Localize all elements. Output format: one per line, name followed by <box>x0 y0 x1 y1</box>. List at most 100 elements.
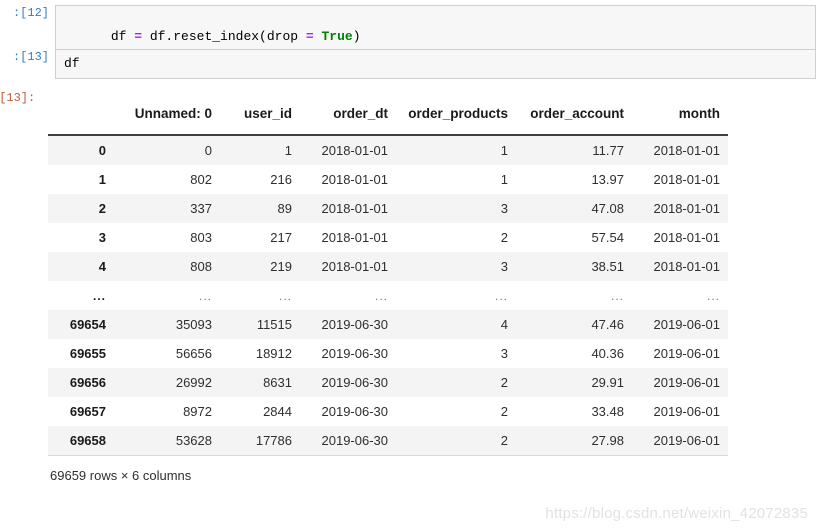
cell-order-products: 3 <box>396 339 516 368</box>
code-cell-13[interactable]: [13]: df <box>0 49 816 79</box>
cell-order-products: 2 <box>396 397 516 426</box>
table-row: 69655 56656 18912 2019-06-30 3 40.36 201… <box>48 339 728 368</box>
code-editor-13[interactable]: df <box>55 49 816 79</box>
cell-user-id: 216 <box>220 165 300 194</box>
cell-order-account: 11.77 <box>516 135 632 165</box>
table-row: 3 803 217 2018-01-01 2 57.54 2018-01-01 <box>48 223 728 252</box>
cell-order-products: 4 <box>396 310 516 339</box>
cell-unnamed-0: 8972 <box>114 397 220 426</box>
row-index: 69655 <box>48 339 114 368</box>
cell-order-account: 47.46 <box>516 310 632 339</box>
cell-order-dt: 2019-06-30 <box>300 397 396 426</box>
output-area-13: t[13]: Unnamed: 0 user_id order_dt order… <box>0 90 816 483</box>
cell-user-id: 8631 <box>220 368 300 397</box>
row-index: 3 <box>48 223 114 252</box>
cell-order-dt: 2018-01-01 <box>300 165 396 194</box>
cell-unnamed-0: 0 <box>114 135 220 165</box>
cell-unnamed-0: 53628 <box>114 426 220 456</box>
cell-order-dt: 2019-06-30 <box>300 368 396 397</box>
code-token-equals-2: = <box>305 29 314 44</box>
cell-unnamed-0: 808 <box>114 252 220 281</box>
cell-month: 2018-01-01 <box>632 165 728 194</box>
table-row: 69656 26992 8631 2019-06-30 2 29.91 2019… <box>48 368 728 397</box>
cell-unnamed-0: 803 <box>114 223 220 252</box>
table-row: 69658 53628 17786 2019-06-30 2 27.98 201… <box>48 426 728 456</box>
cell-unnamed-0: 35093 <box>114 310 220 339</box>
code-token-df: df <box>110 29 135 44</box>
cell-user-id: 217 <box>220 223 300 252</box>
cell-order-account: 38.51 <box>516 252 632 281</box>
cell-order-products: 3 <box>396 194 516 223</box>
cell-order-products: 2 <box>396 426 516 456</box>
code-token-expr: df.reset_index(drop <box>142 29 306 44</box>
cell-user-id: 11515 <box>220 310 300 339</box>
cell-order-products-ellipsis: ... <box>396 281 516 310</box>
table-row: 69654 35093 11515 2019-06-30 4 47.46 201… <box>48 310 728 339</box>
cell-month-ellipsis: ... <box>632 281 728 310</box>
row-index: 4 <box>48 252 114 281</box>
dataframe-header: Unnamed: 0 user_id order_dt order_produc… <box>48 98 728 136</box>
input-prompt-13: [13]: <box>12 50 49 64</box>
cell-order-dt: 2018-01-01 <box>300 194 396 223</box>
cell-month: 2019-06-01 <box>632 339 728 368</box>
dataframe-table: Unnamed: 0 user_id order_dt order_produc… <box>48 98 728 456</box>
row-index: 69654 <box>48 310 114 339</box>
table-row: 1 802 216 2018-01-01 1 13.97 2018-01-01 <box>48 165 728 194</box>
cell-order-products: 2 <box>396 368 516 397</box>
cell-month: 2018-01-01 <box>632 194 728 223</box>
cell-order-products: 1 <box>396 135 516 165</box>
cell-month: 2019-06-01 <box>632 397 728 426</box>
cell-order-account: 57.54 <box>516 223 632 252</box>
cell-month: 2018-01-01 <box>632 252 728 281</box>
cell-order-account: 29.91 <box>516 368 632 397</box>
output-body: Unnamed: 0 user_id order_dt order_produc… <box>39 90 816 483</box>
code-token-true: True <box>321 29 353 44</box>
cell-order-products: 2 <box>396 223 516 252</box>
cell-user-id: 18912 <box>220 339 300 368</box>
row-index-ellipsis: ... <box>48 281 114 310</box>
cell-order-account: 13.97 <box>516 165 632 194</box>
cell-order-dt: 2019-06-30 <box>300 426 396 456</box>
cell-month: 2019-06-01 <box>632 368 728 397</box>
cell-order-dt: 2018-01-01 <box>300 223 396 252</box>
row-index: 2 <box>48 194 114 223</box>
cell-unnamed-0: 337 <box>114 194 220 223</box>
column-header-month: month <box>632 98 728 136</box>
row-index: 69656 <box>48 368 114 397</box>
column-header-order-dt: order_dt <box>300 98 396 136</box>
table-row: 2 337 89 2018-01-01 3 47.08 2018-01-01 <box>48 194 728 223</box>
column-header-index <box>48 98 114 136</box>
output-prompt-13: t[13]: <box>0 91 36 105</box>
table-row: 4 808 219 2018-01-01 3 38.51 2018-01-01 <box>48 252 728 281</box>
cell-order-account: 40.36 <box>516 339 632 368</box>
cell-user-id-ellipsis: ... <box>220 281 300 310</box>
cell-unnamed-0: 56656 <box>114 339 220 368</box>
cell-order-account: 47.08 <box>516 194 632 223</box>
row-index: 1 <box>48 165 114 194</box>
dataframe-shape-note: 69659 rows × 6 columns <box>50 468 192 483</box>
cell-month: 2018-01-01 <box>632 223 728 252</box>
cell-user-id: 89 <box>220 194 300 223</box>
cell-order-account-ellipsis: ... <box>516 281 632 310</box>
cell-user-id: 17786 <box>220 426 300 456</box>
row-index: 69657 <box>48 397 114 426</box>
table-row: 0 0 1 2018-01-01 1 11.77 2018-01-01 <box>48 135 728 165</box>
row-index: 69658 <box>48 426 114 456</box>
cell-month: 2018-01-01 <box>632 135 728 165</box>
cell-unnamed-0: 802 <box>114 165 220 194</box>
header-row: Unnamed: 0 user_id order_dt order_produc… <box>48 98 728 136</box>
cell-order-account: 33.48 <box>516 397 632 426</box>
cell-order-dt-ellipsis: ... <box>300 281 396 310</box>
column-header-order-account: order_account <box>516 98 632 136</box>
cell-user-id: 219 <box>220 252 300 281</box>
table-row-ellipsis: ... ... ... ... ... ... ... <box>48 281 728 310</box>
column-header-user-id: user_id <box>220 98 300 136</box>
cell-order-dt: 2019-06-30 <box>300 339 396 368</box>
cell-order-products: 3 <box>396 252 516 281</box>
cell-month: 2019-06-01 <box>632 310 728 339</box>
cell-order-dt: 2019-06-30 <box>300 310 396 339</box>
cell-unnamed-0: 26992 <box>114 368 220 397</box>
cell-order-account: 27.98 <box>516 426 632 456</box>
cell-user-id: 2844 <box>220 397 300 426</box>
cell-order-products: 1 <box>396 165 516 194</box>
